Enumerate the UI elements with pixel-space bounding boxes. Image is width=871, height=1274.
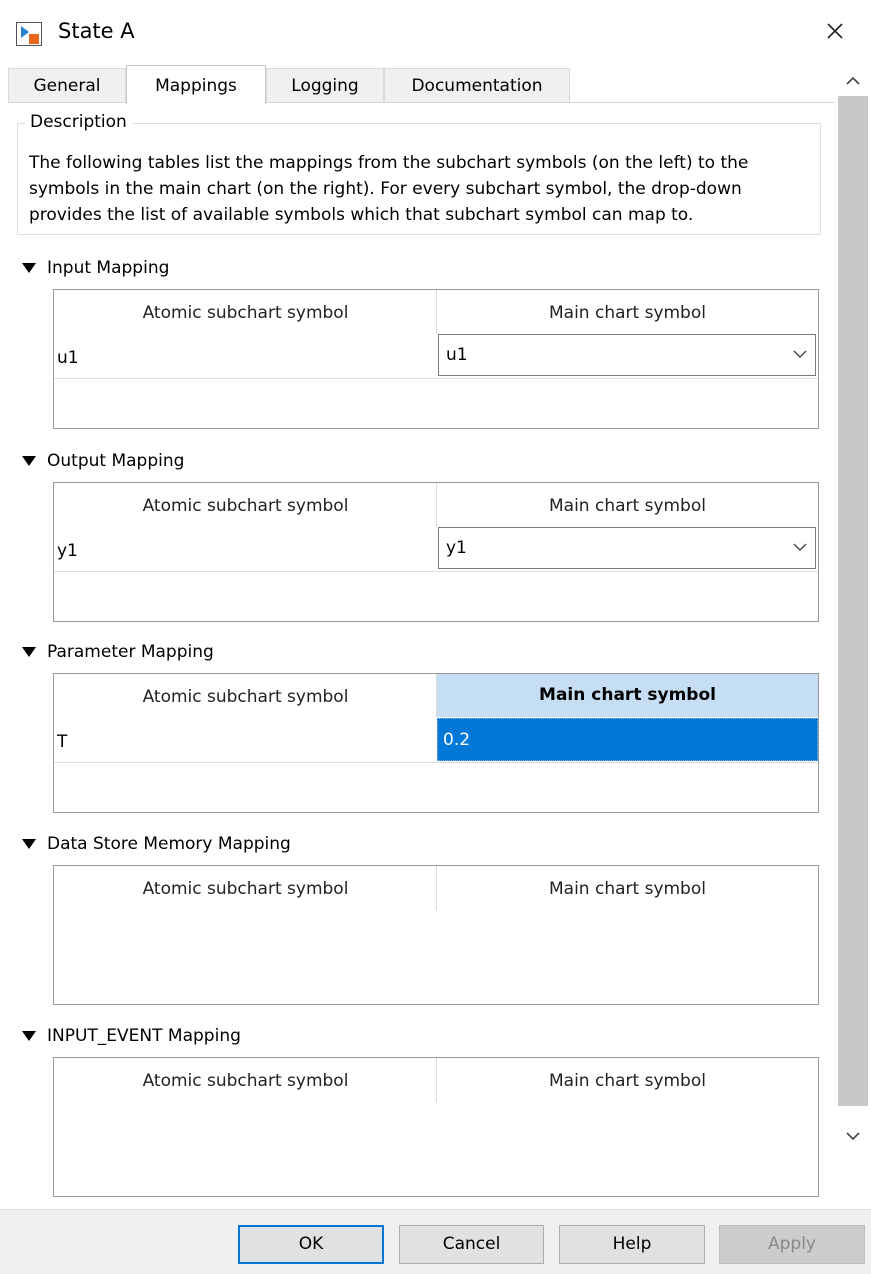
section-title-input-mapping[interactable]: Input Mapping xyxy=(47,258,169,278)
window-title: State A xyxy=(58,19,135,43)
scroll-down-icon[interactable] xyxy=(838,1122,868,1150)
chevron-down-icon xyxy=(793,543,807,551)
title-bar: State A xyxy=(0,0,871,66)
collapse-triangle-icon[interactable] xyxy=(22,263,36,273)
dropdown-value: u1 xyxy=(446,345,468,365)
collapse-triangle-icon[interactable] xyxy=(22,647,36,657)
output-mapping-table: Atomic subchart symbol Main chart symbol… xyxy=(53,482,819,622)
column-header-subchart: Atomic subchart symbol xyxy=(142,687,349,707)
column-header-main-selected: Main chart symbol xyxy=(437,674,818,717)
cell-value: 0.2 xyxy=(443,730,471,750)
data-store-memory-mapping-table: Atomic subchart symbol Main chart symbol xyxy=(53,865,819,1005)
ok-button[interactable]: OK xyxy=(238,1225,384,1264)
main-symbol-dropdown[interactable]: y1 xyxy=(438,527,816,569)
description-text: The following tables list the mappings f… xyxy=(29,153,749,225)
tab-logging[interactable]: Logging xyxy=(266,68,384,102)
column-header-subchart: Atomic subchart symbol xyxy=(142,1071,349,1091)
subchart-symbol-cell: T xyxy=(57,732,68,752)
section-title-input-event-mapping[interactable]: INPUT_EVENT Mapping xyxy=(47,1026,241,1046)
cancel-button[interactable]: Cancel xyxy=(399,1225,544,1264)
chevron-down-icon xyxy=(793,350,807,358)
scrollbar-thumb[interactable] xyxy=(838,96,868,1106)
column-header-main: Main chart symbol xyxy=(549,303,706,323)
help-button[interactable]: Help xyxy=(559,1225,705,1264)
main-symbol-edit-cell[interactable]: 0.2 xyxy=(437,718,818,761)
column-header-subchart: Atomic subchart symbol xyxy=(142,303,349,323)
subchart-symbol-cell: y1 xyxy=(57,541,78,561)
parameter-mapping-table: Atomic subchart symbol Main chart symbol… xyxy=(53,673,819,813)
simulink-state-icon xyxy=(16,22,42,46)
scroll-up-icon[interactable] xyxy=(838,67,868,95)
column-header-subchart: Atomic subchart symbol xyxy=(142,496,349,516)
description-legend: Description xyxy=(25,112,132,132)
tab-documentation[interactable]: Documentation xyxy=(384,68,570,102)
tab-general[interactable]: General xyxy=(8,68,126,102)
subchart-symbol-cell: u1 xyxy=(57,348,79,368)
input-event-mapping-table: Atomic subchart symbol Main chart symbol xyxy=(53,1057,819,1197)
main-symbol-dropdown[interactable]: u1 xyxy=(438,334,816,376)
collapse-triangle-icon[interactable] xyxy=(22,839,36,849)
input-mapping-table: Atomic subchart symbol Main chart symbol… xyxy=(53,289,819,429)
close-icon[interactable] xyxy=(818,14,852,48)
section-title-data-store-memory-mapping[interactable]: Data Store Memory Mapping xyxy=(47,834,291,854)
column-header-main: Main chart symbol xyxy=(549,879,706,899)
dropdown-value: y1 xyxy=(446,538,467,558)
section-title-output-mapping[interactable]: Output Mapping xyxy=(47,451,184,471)
collapse-triangle-icon[interactable] xyxy=(22,456,36,466)
column-header-subchart: Atomic subchart symbol xyxy=(142,879,349,899)
collapse-triangle-icon[interactable] xyxy=(22,1031,36,1041)
tab-mappings[interactable]: Mappings xyxy=(126,65,266,104)
apply-button[interactable]: Apply xyxy=(719,1225,865,1264)
column-header-main: Main chart symbol xyxy=(549,496,706,516)
section-title-parameter-mapping[interactable]: Parameter Mapping xyxy=(47,642,214,662)
column-header-main: Main chart symbol xyxy=(549,1071,706,1091)
